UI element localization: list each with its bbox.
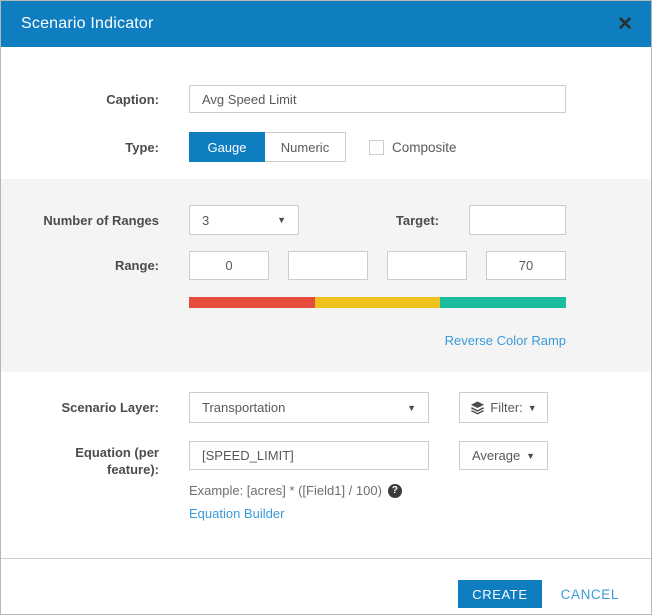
create-button[interactable]: CREATE: [458, 580, 541, 608]
dialog-footer: CREATE CANCEL: [1, 559, 651, 608]
filter-button-label: Filter:: [490, 400, 523, 415]
caption-label: Caption:: [1, 92, 159, 107]
color-ramp: [189, 297, 566, 308]
scenario-layer-label: Scenario Layer:: [1, 400, 159, 415]
number-of-ranges-select[interactable]: 3 ▼: [189, 205, 299, 235]
range-label: Range:: [1, 258, 159, 273]
scenario-layer-select[interactable]: Transportation ▼: [189, 392, 429, 423]
filter-button[interactable]: Filter: ▼: [459, 392, 548, 423]
equation-builder-link[interactable]: Equation Builder: [189, 506, 284, 521]
scenario-layer-row: Scenario Layer: Transportation ▼ Filter:…: [1, 392, 566, 423]
scenario-indicator-dialog: Scenario Indicator ✕ Caption: Type: Gaug…: [0, 0, 652, 615]
type-option-numeric[interactable]: Numeric: [265, 133, 345, 161]
type-row: Type: Gauge Numeric Composite: [1, 132, 566, 162]
composite-checkbox[interactable]: [369, 140, 384, 155]
dialog-title: Scenario Indicator: [21, 15, 154, 33]
equation-example-text: Example: [acres] * ([Field1] / 100): [189, 483, 382, 498]
composite-label: Composite: [392, 140, 457, 155]
reverse-color-ramp-row: Reverse Color Ramp: [1, 332, 566, 350]
equation-label: Equation (per feature):: [47, 441, 159, 478]
number-of-ranges-label: Number of Ranges: [1, 213, 159, 228]
reverse-color-ramp-link[interactable]: Reverse Color Ramp: [445, 333, 566, 348]
layers-icon: [470, 401, 485, 415]
scenario-layer-value: Transportation: [202, 400, 285, 415]
number-of-ranges-value: 3: [202, 213, 209, 228]
type-toggle: Gauge Numeric: [189, 132, 346, 162]
type-label: Type:: [1, 140, 159, 155]
caret-down-icon: ▼: [526, 451, 535, 461]
color-ramp-segment-yellow: [315, 297, 441, 308]
aggregate-value: Average: [472, 448, 520, 463]
caret-down-icon: ▼: [277, 215, 286, 225]
caret-down-icon: ▼: [528, 403, 537, 413]
aggregate-select[interactable]: Average ▼: [459, 441, 548, 470]
equation-builder-row: Equation Builder: [189, 505, 651, 523]
caption-input[interactable]: [189, 85, 566, 113]
equation-row: Equation (per feature): Average ▼: [1, 441, 566, 478]
equation-example-row: Example: [acres] * ([Field1] / 100) ?: [189, 483, 651, 498]
range-row: Range:: [1, 251, 566, 280]
layer-equation-section: Scenario Layer: Transportation ▼ Filter:…: [1, 372, 651, 523]
color-ramp-segment-red: [189, 297, 315, 308]
dialog-header: Scenario Indicator ✕: [1, 1, 651, 47]
range-input-3[interactable]: [387, 251, 467, 280]
type-option-gauge[interactable]: Gauge: [189, 132, 265, 162]
general-section: Caption: Type: Gauge Numeric Composite: [1, 47, 651, 179]
color-ramp-segment-teal: [440, 297, 566, 308]
target-input[interactable]: [469, 205, 566, 235]
ranges-section: Number of Ranges 3 ▼ Target: Range: Reve…: [1, 179, 651, 372]
equation-label-wrap: Equation (per feature):: [1, 441, 159, 478]
range-input-2[interactable]: [288, 251, 368, 280]
cancel-button[interactable]: CANCEL: [561, 587, 619, 602]
caret-down-icon: ▼: [407, 403, 416, 413]
range-input-4[interactable]: [486, 251, 566, 280]
help-icon[interactable]: ?: [388, 484, 402, 498]
equation-input[interactable]: [189, 441, 429, 470]
number-of-ranges-row: Number of Ranges 3 ▼ Target:: [1, 205, 566, 235]
close-icon[interactable]: ✕: [617, 15, 633, 34]
range-input-1[interactable]: [189, 251, 269, 280]
target-label: Target:: [396, 213, 439, 228]
caption-row: Caption:: [1, 85, 566, 113]
